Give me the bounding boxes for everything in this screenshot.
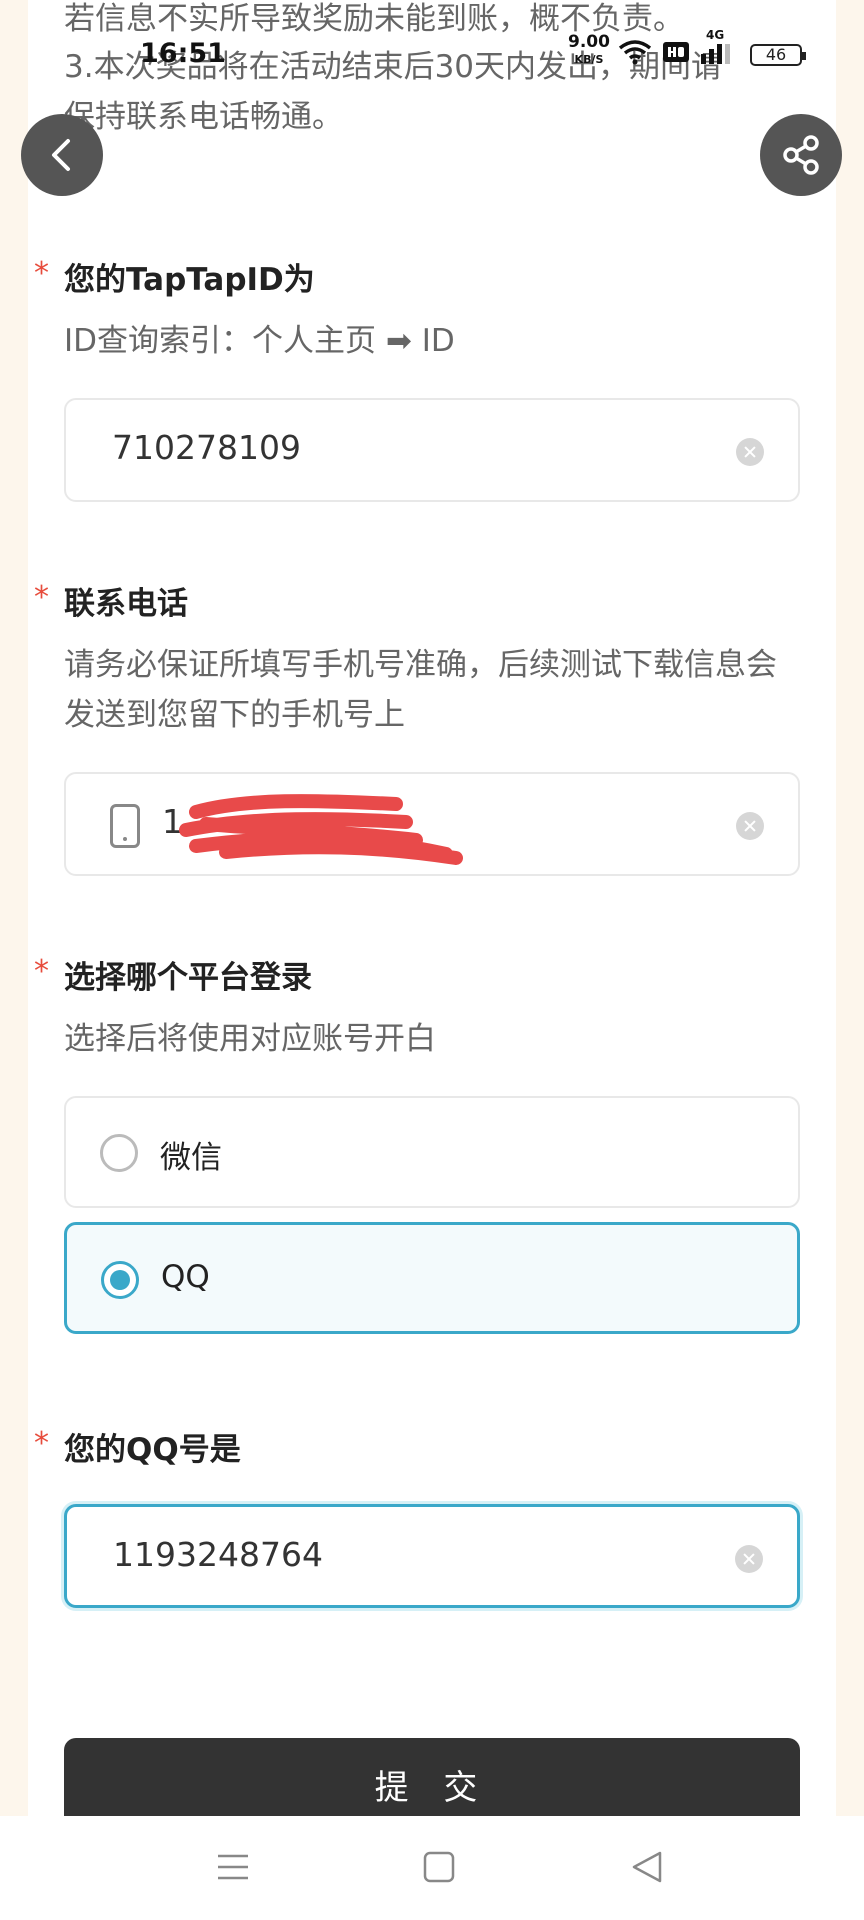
radio-unchecked-icon	[100, 1134, 138, 1172]
taptap-id-value: 710278109	[112, 428, 301, 467]
platform-hint: 选择后将使用对应账号开白	[64, 1021, 436, 1057]
phone-input[interactable]: 1	[64, 772, 800, 876]
share-button[interactable]	[760, 114, 842, 196]
taptap-id-label: 您的TapTapID为	[64, 262, 315, 298]
redaction-scribble	[179, 794, 463, 865]
required-mark: *	[34, 256, 49, 291]
network-speed-unit: KB/S	[574, 53, 604, 66]
platform-label: 选择哪个平台登录	[64, 960, 312, 996]
taptap-id-input[interactable]: 710278109	[64, 398, 800, 502]
network-type: 4G	[706, 28, 725, 42]
qq-label: 您的QQ号是	[64, 1432, 241, 1468]
cellular-signal-icon: 4G	[700, 28, 734, 66]
hd-icon	[663, 42, 689, 62]
qq-value: 1193248764	[113, 1535, 323, 1574]
share-icon	[783, 135, 819, 175]
signal-bars-icon	[701, 44, 730, 64]
home-square-icon[interactable]	[422, 1850, 456, 1884]
required-mark: *	[34, 1426, 49, 1461]
platform-option-wechat[interactable]: 微信	[64, 1096, 800, 1208]
taptap-id-hint: ID查询索引：个人主页 ➡ ID	[64, 323, 455, 359]
radio-checked-icon	[101, 1261, 139, 1299]
status-time: 16:51	[140, 38, 226, 69]
clear-icon[interactable]	[736, 438, 764, 466]
phone-icon	[110, 804, 140, 848]
platform-option-label: 微信	[160, 1140, 222, 1176]
notice-line-3: 保持联系电话畅通。	[64, 99, 343, 135]
wifi-icon	[618, 40, 652, 65]
system-nav-bar	[0, 1816, 864, 1920]
clear-icon[interactable]	[736, 812, 764, 840]
required-mark: *	[34, 580, 49, 615]
qq-input[interactable]: 1193248764	[64, 1504, 800, 1608]
network-speed: 9.00 KB/S	[568, 34, 610, 68]
status-bar: 16:51 9.00 KB/S 4G 46	[0, 28, 864, 80]
platform-option-qq[interactable]: QQ	[64, 1222, 800, 1334]
required-mark: *	[34, 954, 49, 989]
chevron-left-icon	[52, 139, 70, 171]
battery-icon: 46	[750, 44, 806, 66]
battery-level: 46	[765, 45, 787, 64]
status-icons: 4G	[618, 28, 734, 66]
phone-hint: 请务必保证所填写手机号准确，后续测试下载信息会发送到您留下的手机号上	[64, 647, 777, 733]
clear-icon[interactable]	[735, 1545, 763, 1573]
platform-option-label: QQ	[161, 1259, 210, 1295]
network-speed-value: 9.00	[568, 32, 610, 52]
form-page: 若信息不实所导致奖励未能到账，概不负责。 3.本次奖品将在活动结束后30天内发出…	[28, 0, 836, 1848]
back-triangle-icon[interactable]	[630, 1850, 664, 1884]
phone-label: 联系电话	[64, 586, 188, 622]
back-button[interactable]	[21, 114, 103, 196]
menu-icon[interactable]	[216, 1850, 250, 1884]
